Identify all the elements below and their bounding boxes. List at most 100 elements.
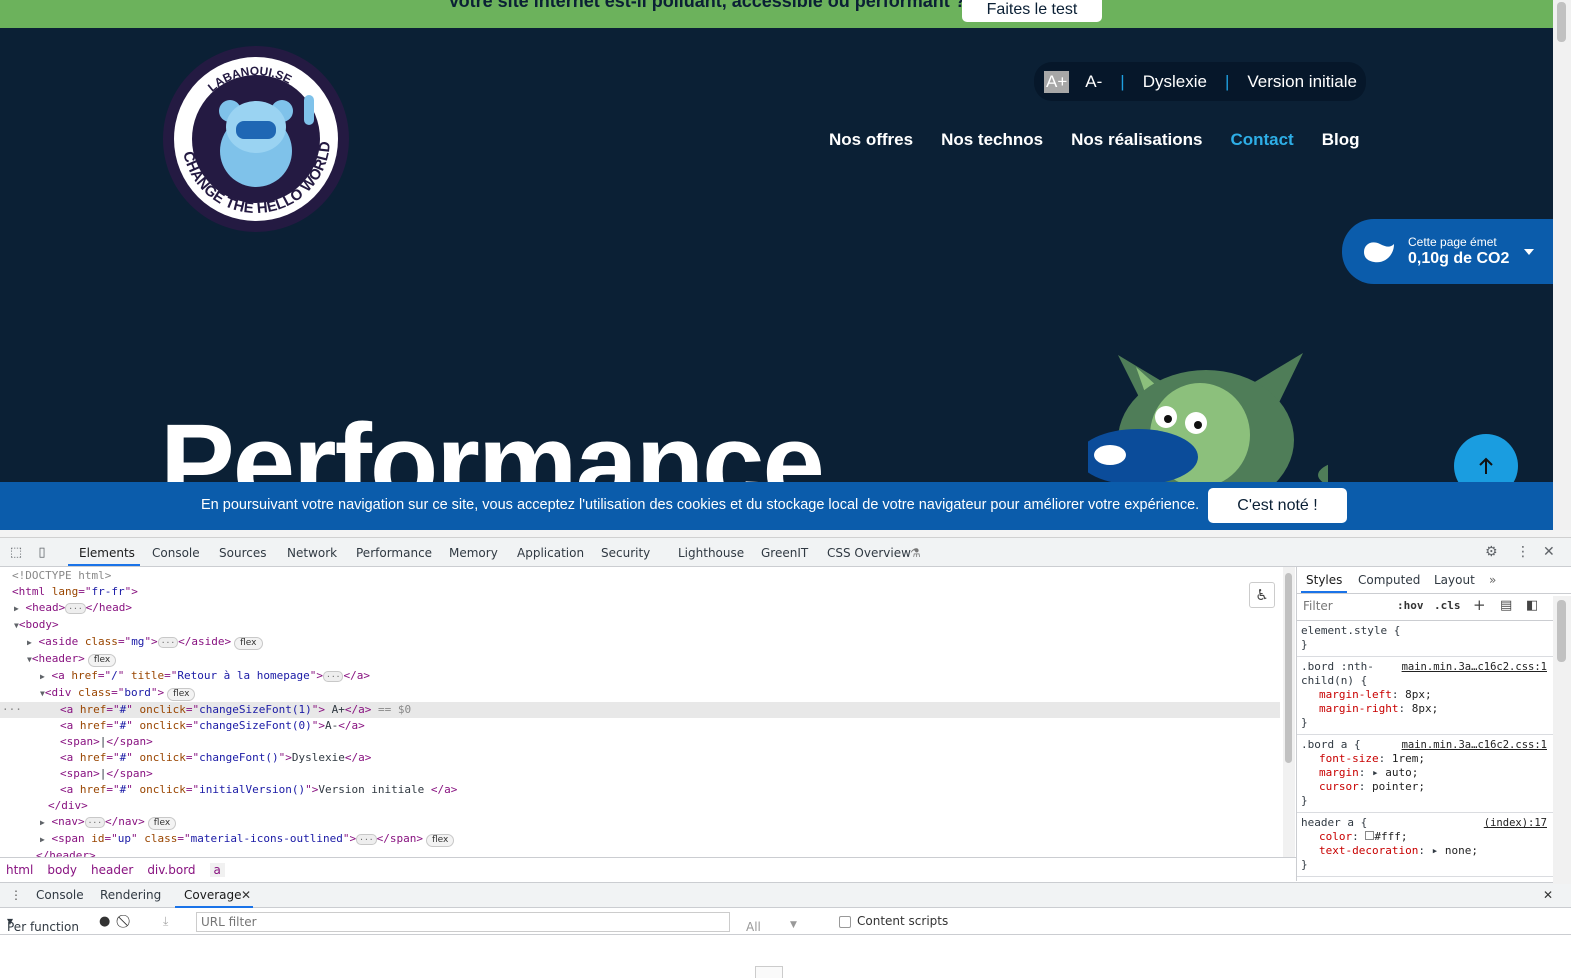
new-rule-icon[interactable]: +: [1473, 596, 1486, 614]
font-increase-link[interactable]: A+: [1044, 70, 1070, 93]
tab-greenit[interactable]: GreenIT: [761, 546, 808, 560]
url-filter-input[interactable]: [196, 912, 730, 932]
device-toolbar-icon[interactable]: ▯: [34, 545, 50, 561]
dom-node-a-minus[interactable]: <a href="#" onclick="changeSizeFont(0)">…: [0, 718, 1280, 734]
dom-tree-scrollbar[interactable]: [1283, 567, 1295, 857]
drawer-menu-icon[interactable]: ⋮: [10, 888, 22, 902]
dyslexia-link[interactable]: Dyslexie: [1143, 72, 1207, 92]
site-logo[interactable]: LABANQUI.SE CHANGE THE HELLO WORLD: [162, 45, 350, 233]
rule-property: text-decoration: ▸ none;: [1319, 844, 1478, 857]
style-rule-bord-a[interactable]: main.min.3a…c16c2.css:1 .bord a { font-s…: [1297, 735, 1571, 813]
dom-node-nav[interactable]: ▶ <nav> ··· </nav> flex: [0, 814, 1280, 830]
nav-item-technos[interactable]: Nos technos: [941, 130, 1043, 150]
dom-node-header-close[interactable]: </header>: [0, 848, 1280, 857]
settings-gear-icon[interactable]: ⚙: [1485, 544, 1498, 560]
content-scripts-checkbox[interactable]: [839, 916, 851, 928]
tab-lighthouse[interactable]: Lighthouse: [678, 546, 744, 560]
dom-node-aside[interactable]: ▶ <aside class="mg"> ··· </aside> flex: [0, 634, 1280, 650]
nav-item-contact[interactable]: Contact: [1230, 130, 1293, 150]
dom-node-a-selected[interactable]: ··· <a href="#" onclick="changeSizeFont(1…: [0, 702, 1280, 718]
scrollbar-thumb[interactable]: [1557, 600, 1566, 662]
dom-node-span-up[interactable]: ▶ <span id="up" class="material-icons-ou…: [0, 831, 1280, 847]
coverage-reload-stub: [755, 966, 783, 978]
initial-version-link[interactable]: Version initiale: [1247, 72, 1357, 92]
test-button[interactable]: Faites le test: [962, 0, 1102, 22]
styles-filter-input[interactable]: Filter: [1303, 599, 1333, 613]
styles-filter-bar: Filter :hov .cls + ▤ ◧: [1297, 594, 1571, 621]
tab-selected-indicator: [1301, 591, 1347, 593]
drawer-tab-console[interactable]: Console: [36, 888, 84, 902]
more-options-icon[interactable]: ⋮: [1516, 544, 1530, 560]
mascot-illustration: [1088, 353, 1328, 485]
drawer-tab-coverage[interactable]: Coverage: [184, 888, 242, 902]
breadcrumb-html[interactable]: html: [6, 863, 33, 877]
nav-item-blog[interactable]: Blog: [1322, 130, 1360, 150]
nav-item-offres[interactable]: Nos offres: [829, 130, 913, 150]
dom-node-span-sep[interactable]: <span>|</span>: [0, 766, 1280, 782]
tab-security[interactable]: Security: [601, 546, 650, 560]
rule-property: margin-left: 8px;: [1319, 688, 1432, 701]
per-function-select[interactable]: Per function ▾: [7, 914, 79, 934]
dom-node-doctype[interactable]: <!DOCTYPE html>: [0, 568, 1280, 584]
inspect-element-icon[interactable]: ⬚: [8, 545, 24, 561]
type-filter-select[interactable]: All ▼: [740, 914, 820, 934]
tab-sources[interactable]: Sources: [219, 546, 266, 560]
dom-node-div-bord[interactable]: ▼<div class="bord"> flex: [0, 685, 1280, 701]
tab-application[interactable]: Application: [517, 546, 584, 560]
tab-console[interactable]: Console: [152, 546, 200, 560]
devtools-splitter[interactable]: [0, 530, 1571, 538]
devtools-panel: ⬚ ▯ Elements Console Sources Network Per…: [0, 538, 1571, 978]
cookie-accept-button[interactable]: C'est noté !: [1208, 488, 1347, 523]
tab-css-overview[interactable]: CSS Overview: [827, 546, 911, 560]
styles-scrollbar[interactable]: [1553, 596, 1571, 884]
breadcrumb-div-bord[interactable]: div.bord: [147, 863, 195, 877]
drawer-tab-rendering[interactable]: Rendering: [100, 888, 161, 902]
export-icon[interactable]: ⤓: [163, 914, 168, 929]
dom-node-div-close[interactable]: </div>: [0, 798, 1280, 814]
dom-node-a-initial[interactable]: <a href="#" onclick="initialVersion()">V…: [0, 782, 1280, 798]
rule-source-link[interactable]: (index):17: [1484, 816, 1547, 830]
more-tabs-icon[interactable]: »: [1489, 573, 1496, 587]
record-icon[interactable]: ●: [99, 914, 110, 929]
scrollbar-thumb[interactable]: [1285, 573, 1292, 763]
tab-styles[interactable]: Styles: [1306, 573, 1342, 587]
sidebar-toggle-icon[interactable]: ◧: [1526, 598, 1538, 613]
breadcrumb: html body header div.bord a: [0, 857, 1296, 881]
breadcrumb-body[interactable]: body: [47, 863, 77, 877]
tab-performance[interactable]: Performance: [356, 546, 432, 560]
style-rule-header-a[interactable]: (index):17 header a { color: #fff; text-…: [1297, 813, 1571, 877]
dom-node-header[interactable]: ▼<header> flex: [0, 651, 1280, 667]
content-scripts-label: Content scripts: [857, 914, 949, 928]
scrollbar-thumb[interactable]: [1557, 2, 1566, 42]
class-toggle[interactable]: .cls: [1434, 599, 1461, 612]
rule-source-link[interactable]: main.min.3a…c16c2.css:1: [1402, 660, 1547, 674]
close-tab-icon[interactable]: ✕: [241, 888, 251, 902]
font-decrease-link[interactable]: A-: [1085, 72, 1102, 92]
dom-node-span-sep[interactable]: <span>|</span>: [0, 734, 1280, 750]
dom-node-a-dyslexia[interactable]: <a href="#" onclick="changeFont()">Dysle…: [0, 750, 1280, 766]
style-rule-element[interactable]: element.style { }: [1297, 621, 1571, 657]
drawer-tabbar: ⋮ Console Rendering Coverage ✕ ✕: [0, 883, 1571, 908]
close-drawer-icon[interactable]: ✕: [1543, 888, 1553, 902]
nav-item-realisations[interactable]: Nos réalisations: [1071, 130, 1202, 150]
close-devtools-icon[interactable]: ✕: [1543, 544, 1555, 560]
tab-elements[interactable]: Elements: [79, 546, 135, 560]
dom-node-body[interactable]: ▼<body>: [0, 617, 1280, 633]
tab-network[interactable]: Network: [287, 546, 337, 560]
tab-selected-indicator: [68, 564, 140, 566]
page-scrollbar[interactable]: [1553, 0, 1571, 530]
tab-computed[interactable]: Computed: [1358, 573, 1420, 587]
tab-layout[interactable]: Layout: [1434, 573, 1475, 587]
tab-memory[interactable]: Memory: [449, 546, 498, 560]
dom-node-html[interactable]: <html lang="fr-fr">: [0, 584, 1280, 600]
dom-node-a-home[interactable]: ▶ <a href="/" title="Retour à la homepag…: [0, 668, 1280, 684]
hover-state-toggle[interactable]: :hov: [1397, 599, 1424, 612]
dom-node-head[interactable]: ▶ <head> ··· </head>: [0, 600, 1280, 616]
breadcrumb-a[interactable]: a: [209, 862, 225, 877]
breadcrumb-header[interactable]: header: [91, 863, 133, 877]
style-rule-bord-nth[interactable]: main.min.3a…c16c2.css:1 .bord :nth-child…: [1297, 657, 1571, 735]
rule-source-link[interactable]: main.min.3a…c16c2.css:1: [1402, 738, 1547, 752]
accessibility-icon[interactable]: ♿: [1249, 582, 1275, 608]
paint-icon[interactable]: ▤: [1500, 598, 1512, 613]
co2-widget[interactable]: Cette page émet 0,10g de CO2: [1342, 219, 1553, 284]
